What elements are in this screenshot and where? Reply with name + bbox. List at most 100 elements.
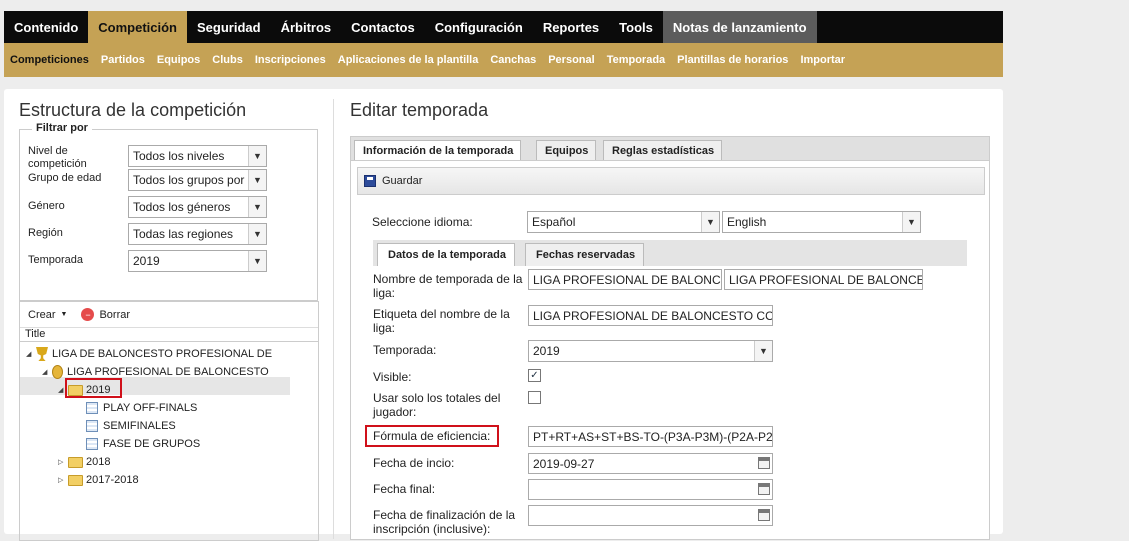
highlight-box-formula	[365, 425, 499, 447]
chevron-down-icon: ▼	[248, 146, 266, 166]
delete-icon: −	[81, 308, 95, 321]
calendar-icon[interactable]	[758, 457, 770, 469]
visible-checkbox[interactable]: ✓	[528, 369, 541, 382]
subnav-importar[interactable]: Importar	[800, 54, 845, 66]
grid-icon	[86, 438, 98, 450]
filter-season-label: Temporada	[28, 254, 84, 266]
start-date-input[interactable]: 2019-09-27	[528, 453, 773, 474]
top-nav: Contenido Competición Seguridad Árbitros…	[4, 11, 1003, 43]
calendar-icon[interactable]	[758, 483, 770, 495]
grid-icon	[86, 402, 98, 414]
nav-contactos[interactable]: Contactos	[341, 11, 425, 43]
filter-gender-label: Género	[28, 200, 65, 212]
filter-gender-select[interactable]: Todos los géneros ▼	[128, 196, 267, 218]
filter-region-select[interactable]: Todas las regiones ▼	[128, 223, 267, 245]
language-select-1[interactable]: Español ▼	[527, 211, 720, 233]
season-select[interactable]: 2019 ▼	[528, 340, 773, 362]
chevron-down-icon: ▼	[701, 212, 719, 232]
nav-arbitros[interactable]: Árbitros	[271, 11, 342, 43]
tree-node-semifinales[interactable]: SEMIFINALES	[86, 417, 176, 435]
tree-node-2017-2018[interactable]: ▷ 2017-2018	[58, 471, 139, 489]
tab-stat-rules[interactable]: Reglas estadísticas	[603, 140, 723, 162]
tree-node-playoff[interactable]: PLAY OFF-FINALS	[86, 399, 197, 417]
subnav-competiciones[interactable]: Competiciones	[10, 54, 89, 66]
nav-configuracion[interactable]: Configuración	[425, 11, 533, 43]
nav-contenido[interactable]: Contenido	[4, 11, 88, 43]
nav-competicion[interactable]: Competición	[88, 11, 187, 43]
edit-content: Guardar Seleccione idioma: Español ▼ Eng…	[350, 160, 990, 540]
tree-node-label: SEMIFINALES	[103, 420, 176, 432]
language-2-value: English	[727, 215, 767, 229]
chevron-down-icon: ▼	[754, 341, 772, 361]
edit-season-title: Editar temporada	[350, 100, 489, 120]
name-tag-label: Etiqueta del nombre de la liga:	[373, 307, 510, 335]
folder-icon	[68, 456, 83, 468]
registration-end-label: Fecha de finalización de la inscripción …	[373, 508, 516, 536]
filter-gender-value: Todos los géneros	[133, 200, 231, 214]
filter-season-select[interactable]: 2019 ▼	[128, 250, 267, 272]
start-date-value: 2019-09-27	[533, 457, 595, 471]
subnav-personal[interactable]: Personal	[548, 54, 594, 66]
tree-node-league[interactable]: ◢ LIGA DE BALONCESTO PROFESIONAL DE	[26, 345, 272, 363]
chevron-down-icon: ▼	[248, 224, 266, 244]
tree-node-label: FASE DE GRUPOS	[103, 438, 201, 450]
nav-tools[interactable]: Tools	[609, 11, 663, 43]
tree-column-title: Title	[20, 328, 318, 342]
tree-node-label: LIGA PROFESIONAL DE BALONCESTO	[67, 366, 269, 378]
filter-fieldset: Filtrar por Nivel de competición Todos l…	[19, 122, 318, 301]
collapsed-triangle-icon: ▷	[58, 459, 64, 466]
subtab-season-data[interactable]: Datos de la temporada	[377, 243, 515, 266]
subnav-inscripciones[interactable]: Inscripciones	[255, 54, 326, 66]
subnav-equipos[interactable]: Equipos	[157, 54, 200, 66]
registration-end-input[interactable]	[528, 505, 773, 526]
expanded-triangle-icon: ◢	[26, 351, 32, 358]
subnav-partidos[interactable]: Partidos	[101, 54, 145, 66]
language-select-2[interactable]: English ▼	[722, 211, 921, 233]
subnav-aplicaciones[interactable]: Aplicaciones de la plantilla	[338, 54, 479, 66]
chevron-down-icon: ▼	[248, 251, 266, 271]
name-tag-input[interactable]: LIGA PROFESIONAL DE BALONCESTO COLOI	[528, 305, 773, 326]
visible-label: Visible:	[373, 370, 412, 384]
tree-node-fase-grupos[interactable]: FASE DE GRUPOS	[86, 435, 200, 453]
tree-node-2018[interactable]: ▷ 2018	[58, 453, 110, 471]
calendar-icon[interactable]	[758, 509, 770, 521]
save-label: Guardar	[382, 175, 423, 187]
subtab-reserved-dates[interactable]: Fechas reservadas	[525, 243, 645, 266]
nav-reportes[interactable]: Reportes	[533, 11, 609, 43]
start-date-label: Fecha de incio:	[373, 456, 455, 470]
folder-icon	[68, 474, 83, 486]
season-label: Temporada:	[373, 343, 437, 357]
subnav-canchas[interactable]: Canchas	[490, 54, 536, 66]
language-label: Seleccione idioma:	[372, 215, 473, 229]
collapsed-triangle-icon: ▷	[58, 477, 64, 484]
tab-teams[interactable]: Equipos	[536, 140, 597, 162]
expanded-triangle-icon: ◢	[42, 369, 48, 376]
formula-input[interactable]: PT+RT+AS+ST+BS-TO-(P3A-P3M)-(P2A-P2M	[528, 426, 773, 447]
tree-toolbar: Crear ▼ − Borrar	[20, 302, 318, 328]
filter-age-select[interactable]: Todos los grupos por ▼	[128, 169, 267, 191]
filter-age-value: Todos los grupos por	[133, 173, 245, 187]
nav-seguridad[interactable]: Seguridad	[187, 11, 271, 43]
player-totals-checkbox[interactable]	[528, 391, 541, 404]
create-button[interactable]: Crear ▼	[28, 309, 67, 321]
tree-node-label: 2018	[86, 456, 111, 468]
grid-icon	[86, 420, 98, 432]
competition-tree: Crear ▼ − Borrar Title ◢ LIGA DE BALONCE…	[19, 301, 319, 541]
tree-node-label: 2017-2018	[86, 474, 139, 486]
filter-age-label: Grupo de edad	[28, 172, 102, 184]
save-button[interactable]: Guardar	[357, 167, 985, 195]
chevron-down-icon: ▼	[248, 197, 266, 217]
filter-level-label: Nivel de competición	[28, 145, 87, 170]
sub-nav: Competiciones Partidos Equipos Clubs Ins…	[4, 43, 1003, 77]
end-date-input[interactable]	[528, 479, 773, 500]
subnav-temporada[interactable]: Temporada	[607, 54, 665, 66]
subnav-plantillas[interactable]: Plantillas de horarios	[677, 54, 788, 66]
season-name-input-en[interactable]: LIGA PROFESIONAL DE BALONCEST	[724, 269, 923, 290]
tree-node-label: PLAY OFF-FINALS	[103, 402, 198, 414]
highlight-box-2019	[65, 378, 122, 398]
delete-button[interactable]: − Borrar	[81, 308, 130, 321]
filter-level-select[interactable]: Todos los niveles ▼	[128, 145, 267, 167]
season-name-input-es[interactable]: LIGA PROFESIONAL DE BALONCEST	[528, 269, 722, 290]
subnav-clubs[interactable]: Clubs	[212, 54, 243, 66]
nav-notas-lanzamiento[interactable]: Notas de lanzamiento	[662, 11, 817, 43]
